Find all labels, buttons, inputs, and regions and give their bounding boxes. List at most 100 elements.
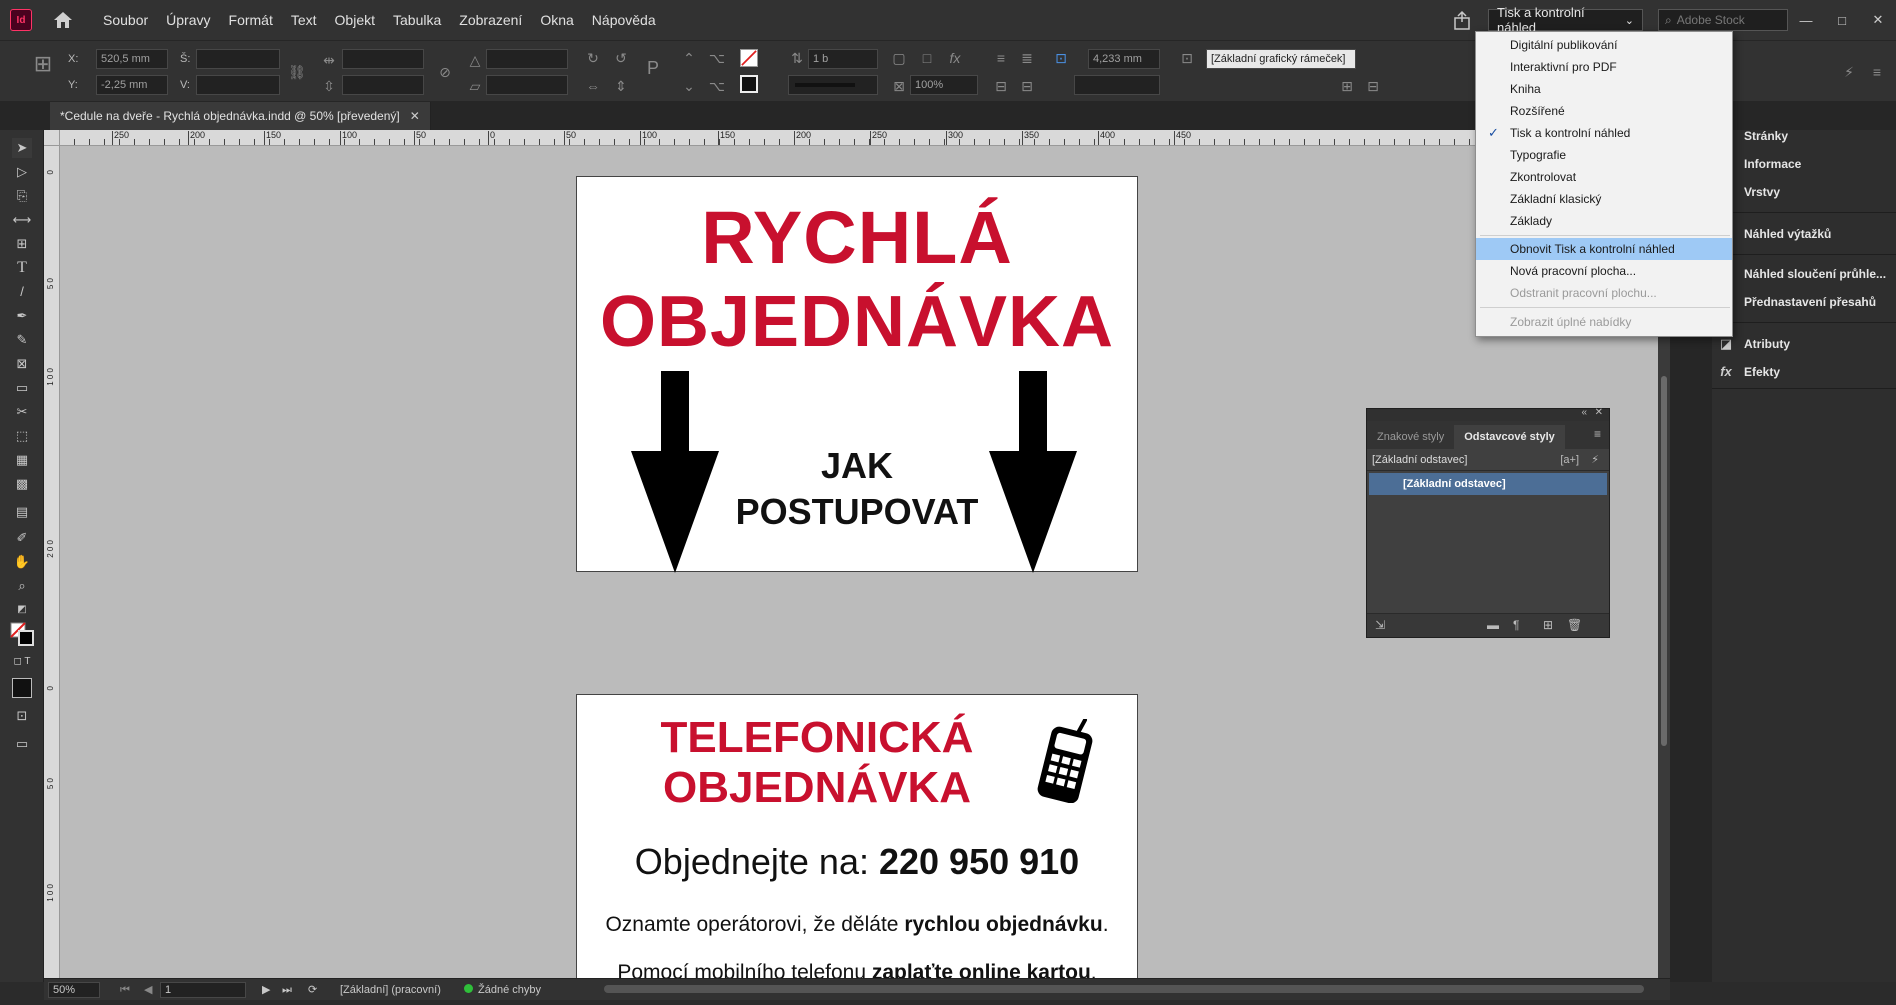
flip-vertical-icon[interactable]: ⇕ [612,77,630,95]
dock-attributes[interactable]: ◪ Atributy [1712,330,1896,358]
menu-tabulka[interactable]: Tabulka [384,0,450,40]
close-tab-icon[interactable]: ✕ [410,102,420,130]
align-bottom-icon[interactable]: ⊟ [1018,77,1036,95]
horizontal-scrollbar[interactable] [604,985,1644,993]
ws-printing-proofing[interactable]: Tisk a kontrolní náhled [1476,122,1732,144]
ruler-corner[interactable] [44,130,60,146]
spacing-secondary-field[interactable] [1074,75,1160,95]
menu-format[interactable]: Formát [220,0,282,40]
share-icon[interactable] [1452,9,1474,31]
page-number-field[interactable]: 1 [160,982,246,998]
scale-x-field[interactable] [342,49,424,69]
menu-okna[interactable]: Okna [531,0,582,40]
select-previous-icon[interactable]: ⌄ [680,77,698,95]
menu-zobrazeni[interactable]: Zobrazení [450,0,531,40]
vertical-scroll-thumb[interactable] [1661,376,1667,746]
swap-icon[interactable]: ⊡ [12,706,32,726]
default-colors-icon[interactable]: ◩ [12,600,32,620]
quick-apply-icon[interactable]: ⚡ [1591,449,1599,471]
note-tool-icon[interactable]: ▤ [12,502,32,522]
align-center-icon[interactable]: ≡ [992,49,1010,67]
panel-title-strip[interactable]: « ✕ [1367,407,1609,421]
dock-flattener-preview[interactable]: ◑Náhled sloučení průhle... [1712,260,1896,288]
panel-menu-icon[interactable]: ≡ [1594,427,1601,441]
new-group-icon[interactable]: ▬ [1487,618,1499,632]
new-style-icon[interactable]: ⊞ [1543,618,1553,632]
vertical-ruler[interactable]: 0 5 0 1 0 0 2 0 0 0 5 0 1 0 0 [44,130,60,982]
rotate-ccw-icon[interactable]: ↺ [612,49,630,67]
rectangle-tool-icon[interactable]: ▭ [12,378,32,398]
menu-text[interactable]: Text [282,0,326,40]
delete-style-icon[interactable]: 🗑 [1567,618,1582,632]
frame-fill-icon[interactable]: □ [918,49,936,67]
tab-character-styles[interactable]: Znakové styly [1367,425,1454,449]
ws-book[interactable]: Kniha [1476,78,1732,100]
clear-overrides-icon[interactable]: ¶ [1513,618,1519,632]
fx-icon[interactable]: fx [946,49,964,67]
first-page-icon[interactable]: ⏮ [120,979,130,1001]
select-next-icon[interactable]: ⌥ [708,77,726,95]
preflight-status[interactable]: Žádné chyby [464,979,541,1001]
screen-mode-icon[interactable]: ▭ [12,734,32,754]
close-window-button[interactable]: ✕ [1860,12,1896,28]
flip-horizontal-icon[interactable]: ⇔ [584,77,602,95]
formatting-affects-container-icon[interactable]: ◻ T [12,652,32,672]
zoom-tool-icon[interactable]: ⌕ [12,576,32,596]
previous-page-icon[interactable]: ◀ [144,979,152,1001]
style-label[interactable]: [Základní] (pracovní) [340,979,441,1001]
clear-overrides-icon[interactable]: ⊞ [1338,77,1356,95]
panel-menu-icon[interactable]: ≡ [1868,63,1886,81]
scale-y-field[interactable] [342,75,424,95]
stroke-swatch-icon[interactable] [740,75,758,93]
gap-tool-icon[interactable]: ⟷ [12,210,32,230]
eyedropper-tool-icon[interactable]: ✐ [12,528,32,548]
next-page-icon[interactable]: ▶ [262,979,270,1001]
y-field[interactable]: -2,25 mm [96,75,168,95]
page-telefonicka-objednavka[interactable]: TELEFONICKÁ OBJEDNÁVKA Objednejte na: 22… [576,694,1138,978]
align-justify-icon[interactable]: ≣ [1018,49,1036,67]
height-field[interactable] [196,75,280,95]
menu-objekt[interactable]: Objekt [326,0,384,40]
rotate-field[interactable] [486,49,568,69]
adobe-stock-search[interactable]: ⌕ Adobe Stock [1658,9,1788,31]
frame-spacing-icon[interactable]: ⊡ [1052,49,1070,67]
constrain-proportions-icon[interactable]: ⛓ [288,63,306,81]
ws-essentials-classic[interactable]: Základní klasický [1476,188,1732,210]
content-collector-icon[interactable]: ⊞ [12,234,32,254]
scissors-tool-icon[interactable]: ✂ [12,402,32,422]
select-container-icon[interactable]: ⌃ [680,49,698,67]
ws-essentials[interactable]: Základy [1476,210,1732,232]
dock-separations-preview[interactable]: ◐Náhled výtažků [1712,220,1896,248]
frame-options-icon[interactable]: ⊡ [1178,49,1196,67]
fill-swatch-icon[interactable] [740,49,758,67]
close-panel-icon[interactable]: ✕ [1595,407,1603,418]
ws-advanced[interactable]: Rozšířené [1476,100,1732,122]
menu-soubor[interactable]: Soubor [94,0,157,40]
link-icon[interactable]: ⊘ [436,63,454,81]
home-icon[interactable] [52,10,74,30]
load-styles-icon[interactable]: ⇲ [1375,618,1385,632]
frame-fit-icon[interactable]: ▢ [890,49,908,67]
dock-trap-presets[interactable]: ▮Přednastavení přesahů [1712,288,1896,316]
free-transform-tool-icon[interactable]: ⬚ [12,426,32,446]
horizontal-ruler[interactable]: 250 200 150 100 50 0 50 100 150 200 250 300 350 400 45… [60,130,1658,146]
menu-napoveda[interactable]: Nápověda [583,0,665,40]
new-style-from-selection-icon[interactable]: [a+] [1560,449,1579,471]
dock-info[interactable]: ⓘInformace [1712,150,1896,178]
minimize-button[interactable]: — [1788,13,1824,28]
rectangle-frame-tool-icon[interactable]: ⊠ [12,354,32,374]
maximize-button[interactable]: □ [1824,13,1860,28]
page-rychla-objednavka[interactable]: RYCHLÁ OBJEDNÁVKA JAK POSTUPOVAT [576,176,1138,573]
select-content-icon[interactable]: ⌥ [708,49,726,67]
style-list-item[interactable]: [Základní odstavec] [1369,473,1607,495]
reference-point-icon[interactable]: ⊞ [28,53,58,85]
last-page-icon[interactable]: ⏭ [282,979,292,1001]
shear-field[interactable] [486,75,568,95]
x-field[interactable]: 520,5 mm [96,49,168,69]
ws-digital-publishing[interactable]: Digitální publikování [1476,34,1732,56]
pen-tool-icon[interactable]: ✒ [12,306,32,326]
ws-typography[interactable]: Typografie [1476,144,1732,166]
ws-reset[interactable]: Obnovit Tisk a kontrolní náhled [1476,238,1732,260]
line-tool-icon[interactable]: / [12,282,32,302]
gradient-tool-icon[interactable]: ▦ [12,450,32,470]
